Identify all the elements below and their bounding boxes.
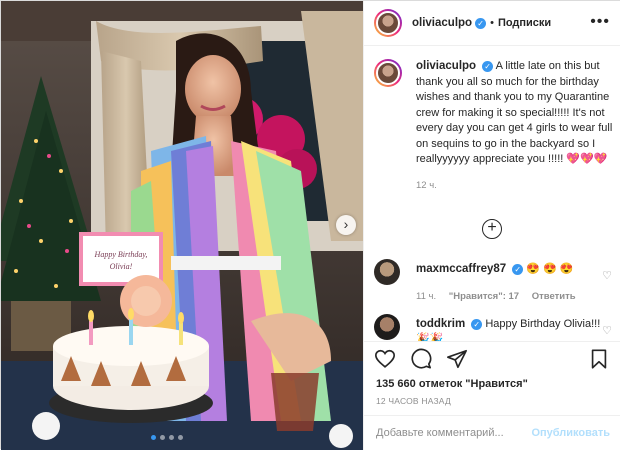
card-text-line2: Olivia! — [110, 262, 133, 271]
header-separator: • — [490, 17, 494, 29]
share-icon[interactable] — [446, 348, 468, 370]
publish-button[interactable]: Опубликовать — [531, 427, 610, 439]
next-photo-button[interactable]: › — [336, 215, 356, 235]
comment-icon[interactable] — [410, 348, 432, 370]
like-count[interactable]: 135 660 отметок "Нравится" — [376, 378, 528, 390]
add-comment-bar: Опубликовать — [364, 415, 620, 450]
caption-avatar[interactable] — [374, 59, 402, 87]
author-username[interactable]: oliviaculpo — [412, 17, 472, 29]
carousel-dot — [160, 435, 165, 440]
carousel-dot — [178, 435, 183, 440]
post-details-panel: oliviaculpo ✓ • Подписки ••• oliviaculpo… — [363, 1, 620, 450]
caption-username[interactable]: oliviaculpo — [416, 60, 476, 72]
post-photo[interactable]: Happy Birthday, Olivia! › — [1, 1, 363, 450]
caption-timestamp[interactable]: 12 ч. — [416, 180, 614, 191]
commenter-username[interactable]: toddkrim — [416, 318, 465, 330]
caption-body: A little late on this but thank you all … — [416, 60, 613, 165]
verified-badge-icon: ✓ — [471, 318, 483, 330]
post-actions-area: 135 660 отметок "Нравится" 12 ЧАСОВ НАЗА… — [364, 341, 620, 411]
comment-like-heart-icon[interactable]: ♡ — [602, 269, 612, 282]
action-bar — [374, 348, 468, 370]
bookmark-icon[interactable] — [588, 348, 610, 370]
photo-illustration: Happy Birthday, Olivia! — [1, 1, 363, 450]
post-timestamp[interactable]: 12 ЧАСОВ НАЗАД — [376, 396, 451, 406]
comment-body: maxmccaffrey87 ✓ 😍 😍 😍 — [416, 259, 614, 277]
carousel-dot-active — [151, 435, 156, 440]
post-header: oliviaculpo ✓ • Подписки ••• — [364, 1, 620, 46]
comment-likes[interactable]: "Нравится": 17 — [449, 291, 519, 302]
commenter-avatar[interactable] — [374, 314, 400, 340]
comment-item: maxmccaffrey87 ✓ 😍 😍 😍 11 ч. "Нравится":… — [374, 259, 614, 302]
more-options-icon[interactable]: ••• — [590, 13, 610, 31]
heart-icon[interactable] — [374, 348, 396, 370]
author-avatar[interactable] — [374, 9, 402, 37]
comment-meta: 11 ч. "Нравится": 17 Ответить — [416, 291, 614, 302]
commenter-username[interactable]: maxmccaffrey87 — [416, 263, 506, 275]
comment-input[interactable] — [376, 427, 532, 439]
instagram-post: Happy Birthday, Olivia! › oliviaculpo ✓ … — [0, 0, 620, 450]
carousel-dot — [169, 435, 174, 440]
verified-badge-icon: ✓ — [512, 263, 524, 275]
caption-text-block: oliviaculpo ✓ A little late on this but … — [416, 59, 614, 168]
comment-like-heart-icon[interactable]: ♡ — [602, 324, 612, 337]
load-more-comments-button[interactable]: + — [482, 219, 502, 239]
following-button[interactable]: Подписки — [498, 17, 551, 29]
card-text-line1: Happy Birthday, — [94, 250, 148, 259]
comment-time[interactable]: 11 ч. — [416, 291, 436, 302]
commenter-avatar[interactable] — [374, 259, 400, 285]
caption: oliviaculpo ✓ A little late on this but … — [374, 59, 614, 191]
comment-text: 😍 😍 😍 — [526, 263, 574, 275]
reply-button[interactable]: Ответить — [532, 291, 576, 302]
verified-badge-icon: ✓ — [475, 17, 487, 29]
carousel-dots — [151, 435, 183, 440]
verified-badge-icon: ✓ — [482, 60, 494, 72]
